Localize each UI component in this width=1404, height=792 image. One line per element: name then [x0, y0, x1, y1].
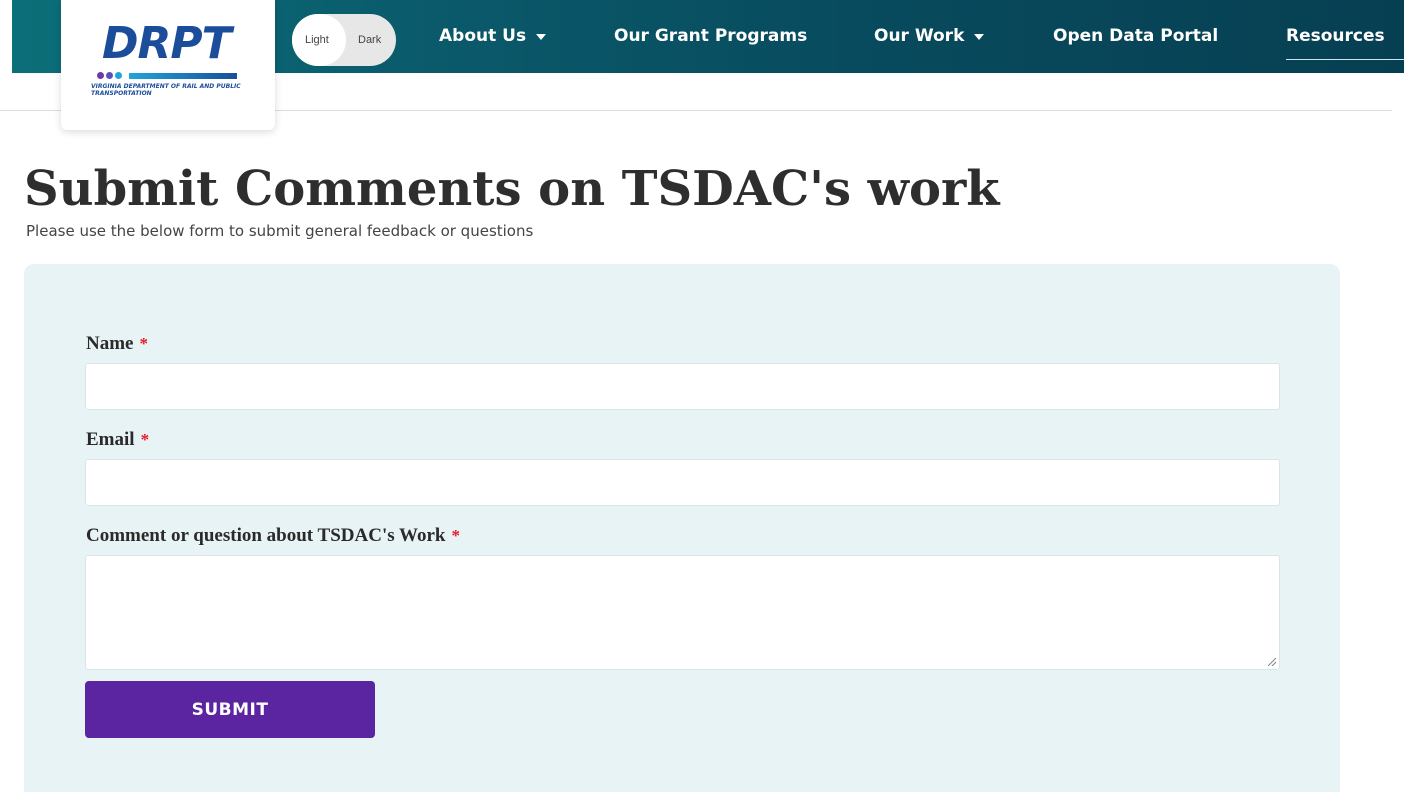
nav-our-grant-programs-label: Our Grant Programs — [614, 26, 808, 46]
page-title: Submit Comments on TSDAC's work — [24, 161, 1000, 217]
email-field[interactable] — [85, 459, 1280, 506]
nav-about-us-label: About Us — [439, 26, 527, 46]
theme-toggle[interactable]: Light Dark — [292, 14, 396, 66]
logo-dots-icon — [97, 72, 122, 79]
nav-active-underline — [1286, 59, 1404, 60]
nav-open-data-portal-label: Open Data Portal — [1053, 26, 1219, 46]
submit-button[interactable]: SUBMIT — [85, 681, 375, 738]
logo-bar — [129, 73, 237, 79]
chevron-down-icon — [536, 34, 547, 40]
nav-our-work-label: Our Work — [874, 26, 965, 46]
resize-handle-icon[interactable] — [1268, 658, 1276, 666]
chevron-down-icon — [974, 34, 985, 40]
theme-option-dark[interactable]: Dark — [358, 33, 381, 47]
comment-textarea[interactable] — [85, 555, 1280, 670]
name-label: Name * — [86, 333, 148, 355]
name-label-text: Name — [86, 333, 134, 354]
theme-option-light[interactable]: Light — [305, 33, 329, 47]
page-subtitle: Please use the below form to submit gene… — [26, 222, 534, 240]
nav-open-data-portal[interactable]: Open Data Portal — [1053, 24, 1218, 48]
submit-button-label: SUBMIT — [191, 699, 269, 720]
required-marker: * — [140, 430, 150, 449]
name-field[interactable] — [85, 363, 1280, 410]
logo-tagline: Virginia Department of Rail and Public T… — [91, 83, 241, 97]
logo-dot — [106, 72, 113, 79]
nav-resources-label: Resources — [1286, 26, 1385, 46]
logo-dot — [115, 72, 122, 79]
email-label: Email * — [86, 429, 149, 451]
required-marker: * — [139, 334, 148, 353]
email-label-text: Email — [86, 429, 135, 450]
nav-about-us[interactable]: About Us — [439, 24, 547, 48]
required-marker: * — [451, 526, 460, 545]
nav-our-work[interactable]: Our Work — [874, 24, 985, 48]
nav-our-grant-programs[interactable]: Our Grant Programs — [614, 24, 807, 48]
logo-wordmark: DRPT — [102, 18, 232, 69]
site-logo[interactable]: DRPT Virginia Department of Rail and Pub… — [61, 0, 275, 130]
nav-resources[interactable]: Resources — [1286, 24, 1385, 48]
comment-label-text: Comment or question about TSDAC's Work — [86, 525, 446, 546]
comment-label: Comment or question about TSDAC's Work * — [86, 525, 460, 547]
logo-dot — [97, 72, 104, 79]
